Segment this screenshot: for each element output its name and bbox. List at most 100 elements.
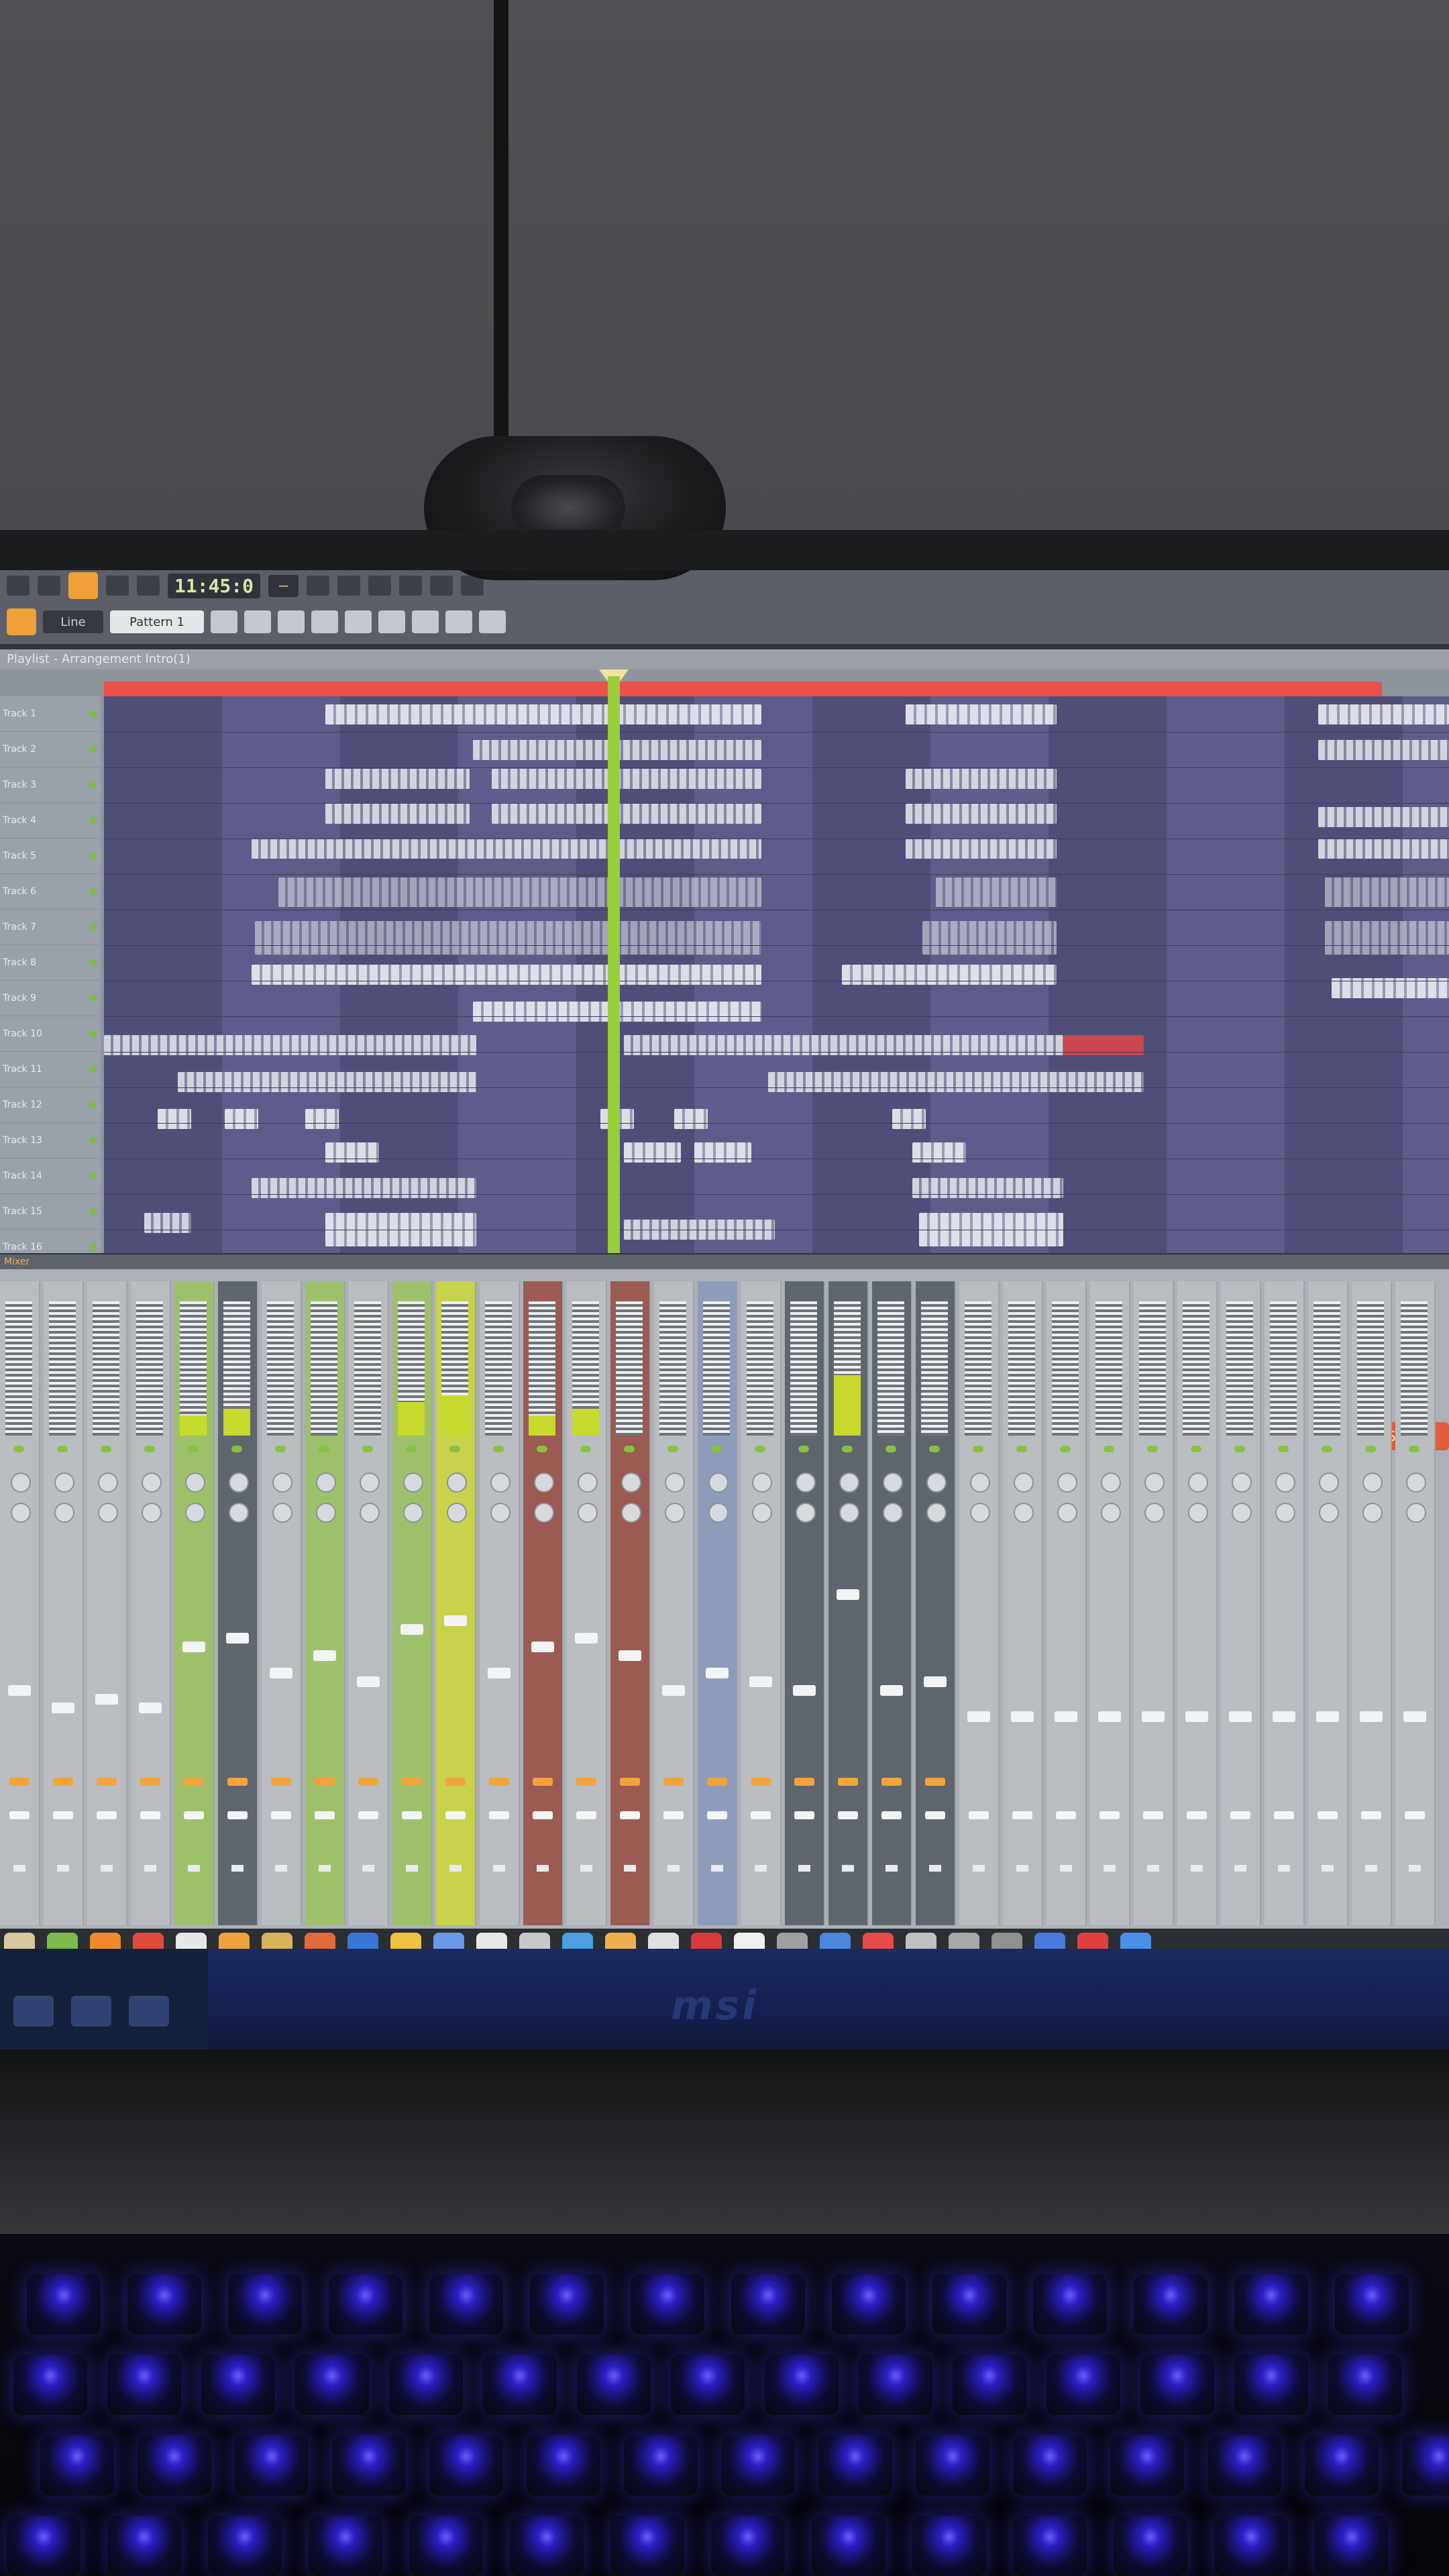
volume-fader[interactable] — [444, 1615, 467, 1626]
clip[interactable] — [768, 1072, 1144, 1092]
clip[interactable] — [1325, 877, 1449, 907]
mixer-strip[interactable] — [1090, 1281, 1130, 1925]
send-button[interactable] — [576, 1778, 596, 1786]
mixer-strip[interactable] — [1221, 1281, 1261, 1925]
pan-knob[interactable] — [578, 1472, 598, 1493]
stereo-knob[interactable] — [1232, 1503, 1252, 1523]
slice-tool-icon[interactable] — [378, 610, 405, 633]
stereo-knob[interactable] — [11, 1503, 31, 1523]
channel-led-icon[interactable] — [537, 1446, 547, 1452]
pan-knob[interactable] — [1188, 1472, 1208, 1493]
channel-led-icon[interactable] — [885, 1446, 896, 1452]
taskbar-app-icon[interactable] — [863, 1933, 894, 1949]
taskbar-app-icon[interactable] — [906, 1933, 936, 1949]
pan-knob[interactable] — [839, 1472, 859, 1493]
volume-fader[interactable] — [488, 1668, 511, 1678]
slip-tool-icon[interactable] — [345, 610, 372, 633]
route-button[interactable] — [97, 1811, 117, 1819]
channel-led-icon[interactable] — [13, 1446, 24, 1452]
volume-fader[interactable] — [1229, 1711, 1252, 1722]
route-button[interactable] — [1405, 1811, 1425, 1819]
clip[interactable] — [1318, 740, 1449, 760]
volume-fader[interactable] — [139, 1703, 162, 1713]
volume-fader[interactable] — [837, 1589, 859, 1600]
channel-led-icon[interactable] — [144, 1446, 155, 1452]
mixer-strip[interactable] — [349, 1281, 389, 1925]
pan-knob[interactable] — [883, 1472, 903, 1493]
volume-fader[interactable] — [619, 1650, 641, 1661]
mixer-strip[interactable] — [741, 1281, 782, 1925]
stereo-knob[interactable] — [1406, 1503, 1426, 1523]
mixer-strip[interactable] — [654, 1281, 694, 1925]
mixer-strip[interactable] — [916, 1281, 956, 1925]
channel-led-icon[interactable] — [711, 1446, 722, 1452]
taskbar-app-icon[interactable] — [991, 1933, 1022, 1949]
track-label[interactable]: Track 15 — [0, 1194, 101, 1230]
route-button[interactable] — [271, 1811, 291, 1819]
channel-led-icon[interactable] — [624, 1446, 635, 1452]
send-button[interactable] — [53, 1778, 73, 1786]
stereo-knob[interactable] — [621, 1503, 641, 1523]
pan-knob[interactable] — [403, 1472, 423, 1493]
clip[interactable] — [225, 1109, 258, 1129]
track-mute-led-icon[interactable] — [90, 888, 97, 895]
volume-fader[interactable] — [880, 1685, 903, 1696]
channel-led-icon[interactable] — [101, 1446, 111, 1452]
track-label[interactable]: Track 1 — [0, 696, 101, 732]
channel-rack-button[interactable] — [399, 576, 423, 596]
pattern-icon[interactable] — [7, 608, 36, 635]
menu-edit-button[interactable] — [38, 576, 60, 596]
send-button[interactable] — [707, 1778, 727, 1786]
channel-led-icon[interactable] — [1322, 1446, 1332, 1452]
pattern-select[interactable]: Line — [43, 610, 103, 633]
pan-knob[interactable] — [1362, 1472, 1383, 1493]
clip[interactable] — [252, 1178, 476, 1198]
stereo-knob[interactable] — [665, 1503, 685, 1523]
pan-knob[interactable] — [185, 1472, 205, 1493]
stereo-knob[interactable] — [490, 1503, 511, 1523]
volume-fader[interactable] — [531, 1642, 554, 1652]
volume-fader[interactable] — [182, 1642, 205, 1652]
track-mute-led-icon[interactable] — [90, 710, 97, 717]
mixer-strip[interactable] — [1395, 1281, 1436, 1925]
channel-led-icon[interactable] — [1409, 1446, 1419, 1452]
send-button[interactable] — [402, 1778, 422, 1786]
taskbar-app-icon[interactable] — [433, 1933, 464, 1949]
volume-fader[interactable] — [226, 1633, 249, 1644]
track-mute-led-icon[interactable] — [90, 817, 97, 824]
track-mute-led-icon[interactable] — [90, 782, 97, 788]
pan-knob[interactable] — [752, 1472, 772, 1493]
channel-led-icon[interactable] — [362, 1446, 373, 1452]
track-mute-led-icon[interactable] — [90, 1208, 97, 1215]
track-label[interactable]: Track 13 — [0, 1123, 101, 1159]
mixer-strip[interactable] — [1003, 1281, 1043, 1925]
send-button[interactable] — [140, 1778, 160, 1786]
mixer-strip[interactable] — [131, 1281, 171, 1925]
pan-knob[interactable] — [1406, 1472, 1426, 1493]
volume-fader[interactable] — [1185, 1711, 1208, 1722]
clip[interactable] — [1318, 839, 1449, 859]
pan-knob[interactable] — [926, 1472, 947, 1493]
track-mute-led-icon[interactable] — [90, 1173, 97, 1179]
pan-knob[interactable] — [1101, 1472, 1121, 1493]
clip[interactable] — [305, 1109, 339, 1129]
channel-led-icon[interactable] — [929, 1446, 940, 1452]
mixer-strip[interactable] — [567, 1281, 607, 1925]
channel-led-icon[interactable] — [449, 1446, 460, 1452]
send-button[interactable] — [97, 1778, 117, 1786]
send-button[interactable] — [315, 1778, 335, 1786]
volume-fader[interactable] — [793, 1685, 816, 1696]
clip[interactable] — [892, 1109, 926, 1129]
volume-fader[interactable] — [313, 1650, 336, 1661]
channel-led-icon[interactable] — [1191, 1446, 1201, 1452]
stereo-knob[interactable] — [272, 1503, 292, 1523]
send-button[interactable] — [489, 1778, 509, 1786]
track-label[interactable]: Track 3 — [0, 767, 101, 803]
pan-knob[interactable] — [1232, 1472, 1252, 1493]
stereo-knob[interactable] — [1275, 1503, 1295, 1523]
mixer-strip[interactable] — [959, 1281, 1000, 1925]
mixer-strip[interactable] — [785, 1281, 825, 1925]
route-button[interactable] — [402, 1811, 422, 1819]
route-button[interactable] — [925, 1811, 945, 1819]
track-label[interactable]: Track 2 — [0, 732, 101, 767]
